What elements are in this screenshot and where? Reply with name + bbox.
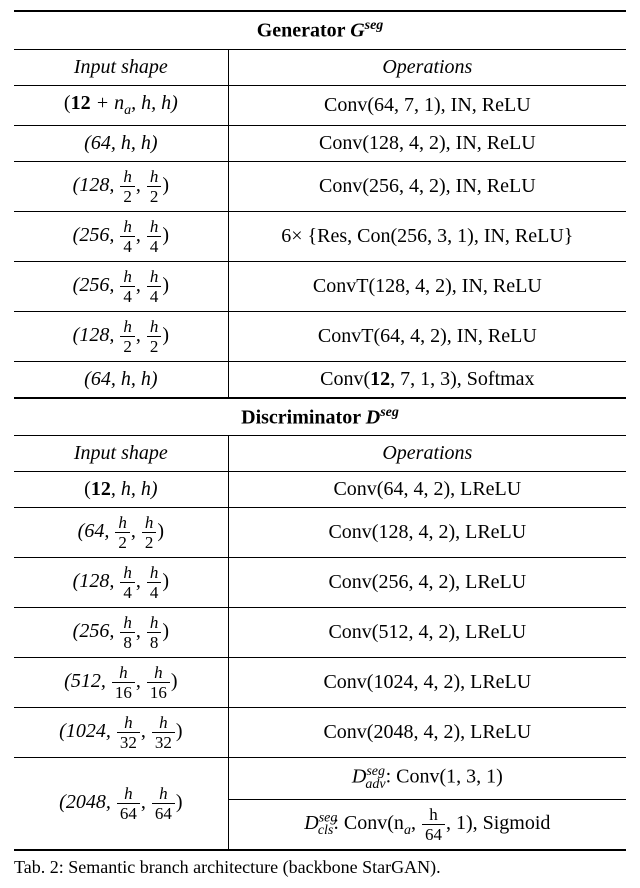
op-cell: Conv(64, 7, 1), IN, ReLU (228, 85, 626, 125)
shape-cell: (64, h2, h2) (14, 508, 228, 558)
op-cell: Dsegcls: Conv(na, h64, 1), Sigmoid (228, 799, 626, 850)
shape-cell: (1024, h32, h32) (14, 708, 228, 758)
table-row: (64, h, h) Conv(128, 4, 2), IN, ReLU (14, 125, 626, 161)
table-row: (64, h, h) Conv(12, 7, 1, 3), Softmax (14, 361, 626, 398)
op-cell: ConvT(64, 4, 2), IN, ReLU (228, 311, 626, 361)
discriminator-columns-row: Input shape Operations (14, 436, 626, 472)
shape-cell: (128, h4, h4) (14, 558, 228, 608)
op-cell: Conv(256, 4, 2), IN, ReLU (228, 161, 626, 211)
op-cell: Conv(12, 7, 1, 3), Softmax (228, 361, 626, 398)
architecture-table: Generator Gseg Input shape Operations (1… (14, 10, 626, 851)
op-cell: Conv(64, 4, 2), LReLU (228, 472, 626, 508)
shape-cell: (256, h4, h4) (14, 211, 228, 261)
table-row: (128, h4, h4) Conv(256, 4, 2), LReLU (14, 558, 626, 608)
table-row: (128, h2, h2) ConvT(64, 4, 2), IN, ReLU (14, 311, 626, 361)
gen-col2: Operations (228, 49, 626, 85)
gen-col1: Input shape (14, 49, 228, 85)
op-cell: Conv(256, 4, 2), LReLU (228, 558, 626, 608)
shape-cell: (12, h, h) (14, 472, 228, 508)
gen-title-prefix: Generator (257, 20, 351, 42)
table-row: (256, h4, h4) 6× {Res, Con(256, 3, 1), I… (14, 211, 626, 261)
shape-cell: (256, h8, h8) (14, 608, 228, 658)
disc-col1: Input shape (14, 436, 228, 472)
shape-cell: (256, h4, h4) (14, 261, 228, 311)
op-cell: Conv(128, 4, 2), LReLU (228, 508, 626, 558)
table-row: (64, h2, h2) Conv(128, 4, 2), LReLU (14, 508, 626, 558)
gen-title-sym: G (350, 20, 364, 42)
discriminator-title-row: Discriminator Dseg (14, 398, 626, 436)
op-cell: Conv(128, 4, 2), IN, ReLU (228, 125, 626, 161)
table-row: (1024, h32, h32) Conv(2048, 4, 2), LReLU (14, 708, 626, 758)
shape-cell: (128, h2, h2) (14, 161, 228, 211)
shape-cell: (2048, h64, h64) (14, 758, 228, 850)
op-cell: ConvT(128, 4, 2), IN, ReLU (228, 261, 626, 311)
op-cell: Dsegadv: Conv(1, 3, 1) (228, 758, 626, 800)
op-cell: Conv(2048, 4, 2), LReLU (228, 708, 626, 758)
table-row: (12, h, h) Conv(64, 4, 2), LReLU (14, 472, 626, 508)
table-caption: Tab. 2: Semantic branch architecture (ba… (14, 857, 626, 878)
disc-title-sup: seg (380, 405, 399, 420)
table-row: (512, h16, h16) Conv(1024, 4, 2), LReLU (14, 658, 626, 708)
table-row: (12 + na, h, h) Conv(64, 7, 1), IN, ReLU (14, 85, 626, 125)
shape-cell: (12 + na, h, h) (14, 85, 228, 125)
generator-title-row: Generator Gseg (14, 11, 626, 49)
op-cell: Conv(1024, 4, 2), LReLU (228, 658, 626, 708)
disc-title-prefix: Discriminator (241, 406, 366, 428)
gen-title-sup: seg (365, 18, 384, 33)
shape-cell: (512, h16, h16) (14, 658, 228, 708)
table-row: (2048, h64, h64) Dsegadv: Conv(1, 3, 1) (14, 758, 626, 800)
op-cell: 6× {Res, Con(256, 3, 1), IN, ReLU} (228, 211, 626, 261)
shape-cell: (64, h, h) (14, 361, 228, 398)
op-cell: Conv(512, 4, 2), LReLU (228, 608, 626, 658)
table-row: (256, h4, h4) ConvT(128, 4, 2), IN, ReLU (14, 261, 626, 311)
shape-cell: (64, h, h) (14, 125, 228, 161)
shape-cell: (128, h2, h2) (14, 311, 228, 361)
generator-columns-row: Input shape Operations (14, 49, 626, 85)
table-row: (128, h2, h2) Conv(256, 4, 2), IN, ReLU (14, 161, 626, 211)
disc-title-sym: D (366, 406, 380, 428)
table-row: (256, h8, h8) Conv(512, 4, 2), LReLU (14, 608, 626, 658)
disc-col2: Operations (228, 436, 626, 472)
